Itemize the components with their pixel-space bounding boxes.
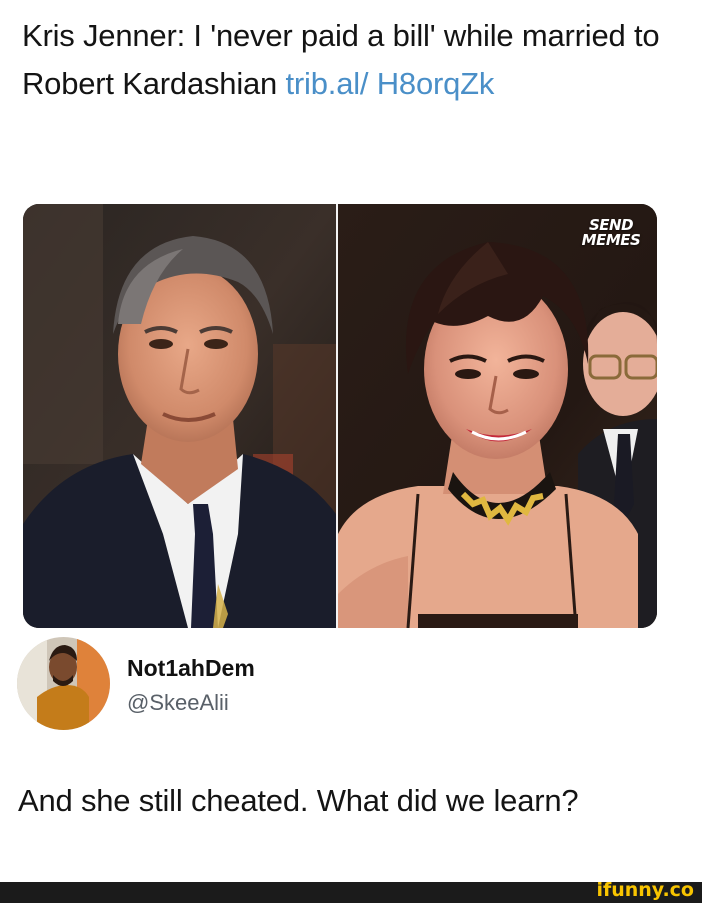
tweet-text: Kris Jenner: I 'never paid a bill' while… <box>22 12 672 108</box>
send-memes-watermark: SEND MEMES <box>581 218 641 248</box>
ifunny-logo[interactable]: ifunny.co <box>596 879 694 901</box>
reply-display-name[interactable]: Not1ahDem <box>127 655 255 682</box>
tweet-photo[interactable]: SEND MEMES <box>23 204 657 628</box>
watermark-line-2: MEMES <box>581 231 641 249</box>
tweet-link[interactable]: trib.al/ H8orqZk <box>286 66 495 101</box>
ifunny-footer-bar: ifunny.co <box>0 879 702 903</box>
avatar[interactable] <box>17 637 110 730</box>
photo-right-woman: SEND MEMES <box>338 204 657 628</box>
photo-left-man <box>23 204 336 628</box>
reply-text: And she still cheated. What did we learn… <box>18 783 579 818</box>
reply-handle[interactable]: @SkeeAlii <box>127 690 229 716</box>
